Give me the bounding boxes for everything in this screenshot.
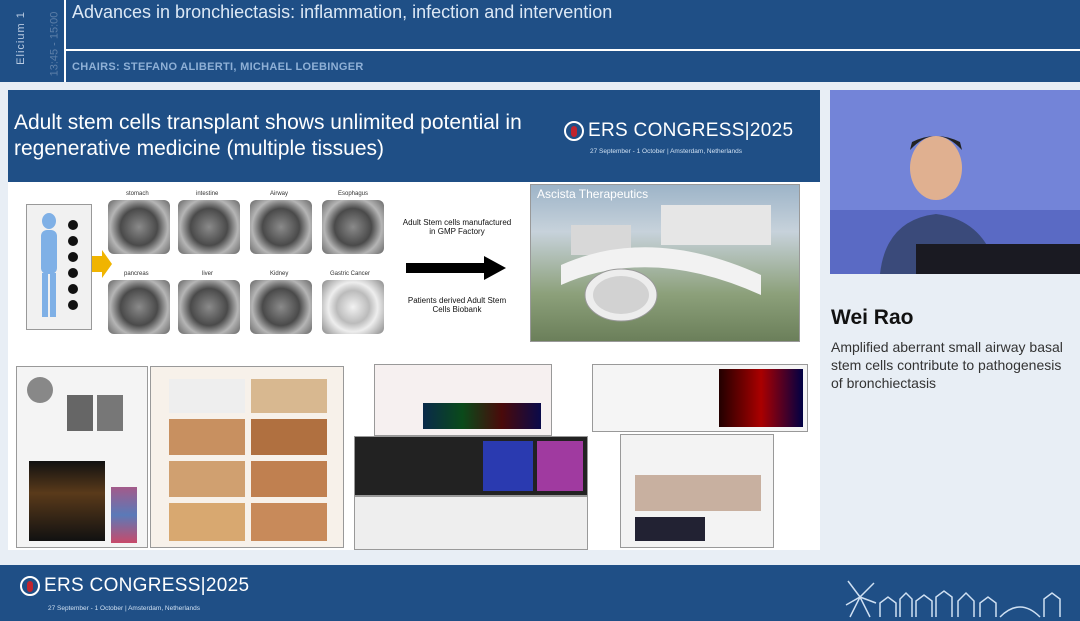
- organoid-image: [178, 280, 240, 334]
- session-title: Advances in bronchiectasis: inflammation…: [72, 2, 613, 22]
- figure-panel: [354, 436, 588, 496]
- footer-logo-text: ERS CONGRESS|2025: [44, 575, 250, 596]
- amsterdam-skyline-icon: [845, 580, 1061, 618]
- biobank-caption: Patients derived Adult Stem Cells Bioban…: [407, 296, 507, 314]
- organoid-image: [322, 200, 384, 254]
- organoid-image: [178, 200, 240, 254]
- room-column: Elicium 1 13:45 - 15:00: [0, 0, 66, 82]
- footer-bar: ERS CONGRESS|2025 27 September - 1 Octob…: [0, 565, 1080, 621]
- organoid-image: [322, 280, 384, 334]
- tissue-label: Airway: [270, 191, 289, 197]
- slide-title: Adult stem cells transplant shows unlimi…: [14, 111, 522, 160]
- tissue-label: intestine: [196, 191, 219, 197]
- figure-panel: [374, 364, 552, 436]
- speaker-video: [830, 90, 1080, 274]
- talk-title: Amplified aberrant small airway basal st…: [831, 339, 1063, 391]
- figure-panel: [592, 364, 808, 432]
- chairs-label: CHAIRS: STEFANO ALIBERTI, MICHAEL LOEBIN…: [72, 61, 364, 73]
- building-render: [561, 205, 771, 322]
- human-body-icon: [41, 213, 78, 317]
- room-label: Elicium 1: [14, 11, 27, 65]
- tissue-label: Gastric Cancer: [330, 271, 371, 277]
- slide-logo-subtitle: 27 September - 1 October | Amsterdam, Ne…: [590, 148, 742, 155]
- black-arrow-icon: [406, 256, 506, 280]
- figure-panel: [16, 366, 148, 548]
- figure-panel: [620, 434, 774, 548]
- time-label: 13:45 - 15:00: [48, 11, 61, 77]
- yellow-arrow-icon: [92, 250, 112, 278]
- presentation-slide: Adult stem cells transplant shows unlimi…: [8, 90, 820, 550]
- slide-logo-text: ERS CONGRESS|2025: [588, 120, 794, 141]
- tissue-label: pancreas: [124, 271, 149, 277]
- slide-header: Adult stem cells transplant shows unlimi…: [8, 90, 820, 182]
- footer-ers-logo: ERS CONGRESS|2025: [20, 575, 249, 597]
- tissue-label: stomach: [126, 191, 149, 197]
- footer-logo-subtitle: 27 September - 1 October | Amsterdam, Ne…: [48, 605, 200, 612]
- slide-ers-logo: ERS CONGRESS|2025: [564, 120, 793, 142]
- organoid-image: [108, 280, 170, 334]
- tissue-label: liver: [202, 271, 214, 277]
- organoid-image: [250, 280, 312, 334]
- tissue-label: Esophagus: [338, 191, 369, 197]
- factory-rendering-image: Ascista Therapeutics: [530, 184, 800, 342]
- body-diagram: [26, 204, 92, 330]
- factory-caption: Adult Stem cells manufactured in GMP Fac…: [402, 218, 512, 236]
- tissue-label: Kidney: [270, 271, 289, 277]
- speaker-figure: [830, 90, 1080, 274]
- figure-panel: [150, 366, 344, 548]
- lung-logo-icon: [564, 121, 584, 141]
- organoid-image: [250, 200, 312, 254]
- figure-panel: [354, 496, 588, 550]
- header-divider: [66, 49, 1080, 51]
- session-header: Elicium 1 13:45 - 15:00 Advances in bron…: [0, 0, 1080, 82]
- speaker-name: Wei Rao: [831, 306, 914, 329]
- organoid-image: [108, 200, 170, 254]
- lung-logo-icon: [20, 576, 40, 596]
